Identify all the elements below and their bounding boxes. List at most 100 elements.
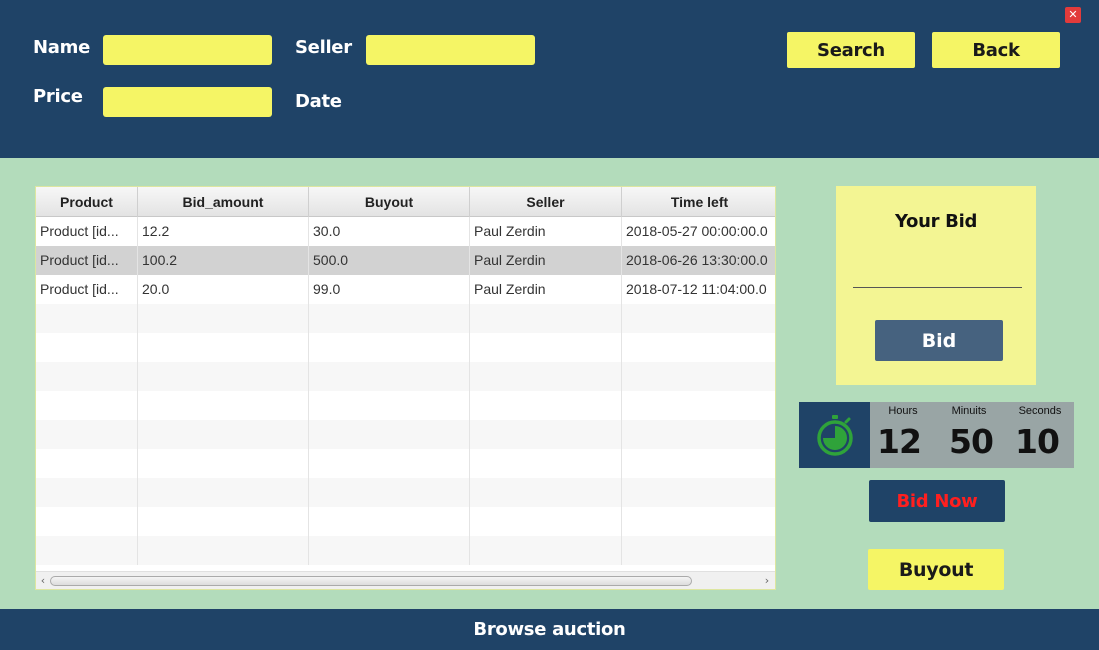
scrollbar-thumb[interactable] [50, 576, 692, 586]
cell-bid-amount: 100.2 [138, 246, 309, 275]
buyout-button[interactable]: Buyout [868, 549, 1004, 590]
empty-table-row [36, 478, 775, 507]
name-label: Name [33, 37, 90, 58]
cell-time-left: 2018-06-26 13:30:00.0 [626, 252, 768, 268]
empty-cell [470, 362, 622, 391]
auction-table[interactable]: Product Bid_amount Buyout Seller Time le… [35, 186, 776, 590]
empty-cell [622, 420, 775, 449]
empty-table-row [36, 333, 775, 362]
table-row[interactable]: Product [id... 12.2 30.0 Paul Zerdin 201… [36, 217, 775, 246]
cell-seller: Paul Zerdin [470, 217, 622, 246]
date-label: Date [295, 91, 342, 112]
seller-label: Seller [295, 37, 352, 58]
empty-cell [138, 362, 309, 391]
empty-cell [470, 420, 622, 449]
bid-now-button[interactable]: Bid Now [869, 480, 1005, 522]
empty-cell [36, 333, 138, 362]
hours-label: Hours [888, 405, 918, 417]
column-header-seller[interactable]: Seller [470, 187, 622, 217]
empty-cell [309, 507, 470, 536]
timer-icon-box [799, 402, 870, 468]
empty-cell [470, 333, 622, 362]
empty-table-row [36, 507, 775, 536]
empty-cell [138, 536, 309, 565]
your-bid-panel: Your Bid Bid [836, 186, 1036, 385]
cell-product: Product [id... [36, 246, 138, 275]
cell-time-left: 2018-07-12 11:04:00.0 [626, 281, 767, 297]
cell-bid-amount: 12.2 [138, 217, 309, 246]
table-header: Product Bid_amount Buyout Seller Time le… [36, 187, 775, 217]
empty-cell [470, 507, 622, 536]
price-input[interactable] [103, 87, 272, 117]
cell-bid-amount: 20.0 [138, 275, 309, 304]
empty-cell [622, 449, 775, 478]
your-bid-title: Your Bid [894, 211, 978, 232]
footer-title: Browse auction [0, 609, 1099, 650]
table-row[interactable]: Product [id... 20.0 99.0 Paul Zerdin 201… [36, 275, 775, 304]
empty-cell [309, 333, 470, 362]
empty-cell [36, 391, 138, 420]
empty-cell [138, 478, 309, 507]
bid-button[interactable]: Bid [875, 320, 1003, 361]
empty-table-row [36, 362, 775, 391]
cell-buyout: 30.0 [309, 217, 470, 246]
scroll-right-icon[interactable]: › [761, 574, 773, 588]
column-header-bid-amount[interactable]: Bid_amount [138, 187, 309, 217]
empty-cell [470, 391, 622, 420]
column-header-product[interactable]: Product [36, 187, 138, 217]
empty-cell [138, 304, 309, 333]
empty-table-row [36, 420, 775, 449]
empty-table-row [36, 536, 775, 565]
stopwatch-icon [816, 415, 853, 456]
cell-product: Product [id... [36, 275, 138, 304]
countdown-timer: Hours Minuits Seconds 12 50 10 [799, 402, 1074, 468]
empty-cell [309, 478, 470, 507]
table-row[interactable]: Product [id... 100.2 500.0 Paul Zerdin 2… [36, 246, 775, 275]
cell-seller: Paul Zerdin [470, 275, 622, 304]
empty-table-row [36, 449, 775, 478]
search-button[interactable]: Search [787, 32, 915, 68]
empty-cell [36, 507, 138, 536]
empty-cell [36, 449, 138, 478]
empty-cell [36, 420, 138, 449]
empty-table-row [36, 391, 775, 420]
empty-table-row [36, 304, 775, 333]
empty-cell [309, 449, 470, 478]
empty-cell [309, 536, 470, 565]
empty-cell [309, 391, 470, 420]
seller-input[interactable] [366, 35, 535, 65]
empty-cell [622, 478, 775, 507]
empty-cell [309, 362, 470, 391]
empty-cell [470, 536, 622, 565]
bid-amount-input[interactable] [853, 256, 1022, 288]
empty-cell [36, 478, 138, 507]
minutes-value: 50 [949, 422, 994, 461]
back-button[interactable]: Back [932, 32, 1060, 68]
scroll-left-icon[interactable]: ‹ [37, 574, 49, 588]
empty-cell [622, 391, 775, 420]
empty-cell [36, 304, 138, 333]
cell-seller: Paul Zerdin [470, 246, 622, 275]
empty-cell [470, 304, 622, 333]
empty-cell [622, 333, 775, 362]
name-input[interactable] [103, 35, 272, 65]
seconds-label: Seconds [1018, 405, 1062, 417]
empty-cell [309, 304, 470, 333]
price-label: Price [33, 86, 83, 107]
seconds-value: 10 [1015, 422, 1060, 461]
column-header-time-left[interactable]: Time left [622, 187, 775, 217]
empty-cell [138, 420, 309, 449]
close-icon[interactable]: ✕ [1065, 7, 1081, 23]
column-header-buyout[interactable]: Buyout [309, 187, 470, 217]
empty-cell [138, 507, 309, 536]
hours-value: 12 [877, 422, 922, 461]
empty-cell [622, 304, 775, 333]
cell-product: Product [id... [36, 217, 138, 246]
empty-cell [470, 478, 622, 507]
minutes-label: Minuits [951, 405, 987, 417]
horizontal-scrollbar[interactable]: ‹ › [36, 571, 775, 589]
cell-buyout: 99.0 [309, 275, 470, 304]
empty-cell [138, 333, 309, 362]
cell-time-left: 2018-05-27 00:00:00.0 [626, 223, 768, 239]
empty-cell [622, 362, 775, 391]
